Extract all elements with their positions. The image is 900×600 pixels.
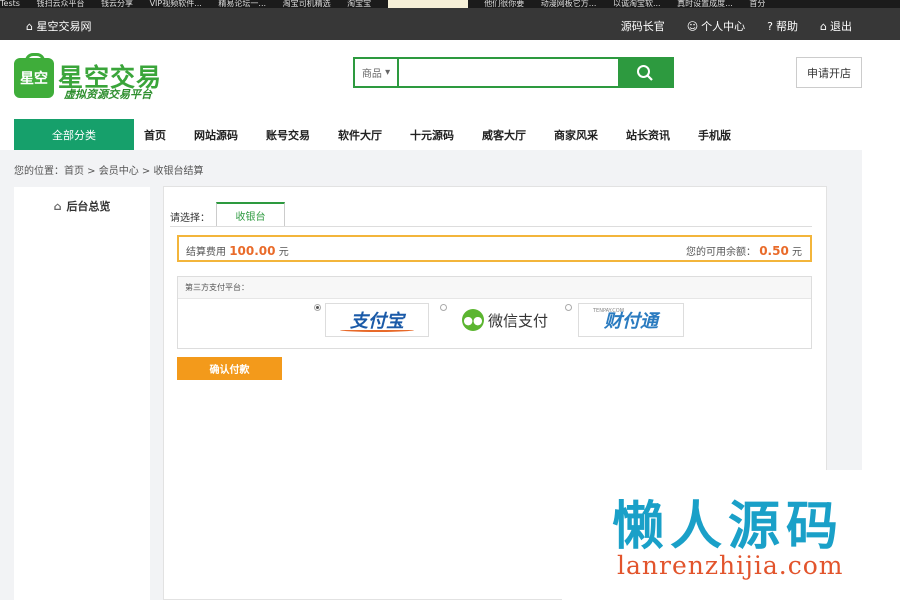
alipay-radio[interactable]	[314, 304, 321, 311]
bookmarks-bar: Tests 钱扫云众平台 钱云分享 VIP视频软件... 精易论坛一... 淘宝…	[0, 0, 900, 8]
wechat-icon: ●●	[461, 309, 484, 331]
logo-icon[interactable]: 星空	[14, 53, 54, 98]
sidebar-item-dashboard[interactable]: ⌂ 后台总览	[14, 195, 150, 217]
payment-platforms: 第三方支付平台： 支付宝 ●● 微信支付 TENPAY.COM 财付通	[177, 276, 812, 349]
settlement-fee: 结算费用 100.00 元	[186, 244, 289, 258]
nav-item[interactable]: 站长资讯	[626, 127, 670, 143]
help-icon: ?	[767, 19, 774, 33]
bookmark[interactable]: 以诚淘宝软...	[613, 0, 661, 8]
nav-items: 首页 网站源码 账号交易 软件大厅 十元源码 威客大厅 商家风采 站长资讯 手机…	[144, 119, 759, 150]
alipay-option[interactable]: 支付宝	[325, 303, 429, 337]
bookmark-image[interactable]	[387, 0, 468, 8]
alipay-swoosh	[340, 328, 414, 332]
payment-section-title: 第三方支付平台：	[178, 277, 811, 299]
top-bar: ⌂ 星空交易网 源码长官 ☺ 个人中心 ? 帮助 ⌂ 退出	[0, 8, 900, 40]
bookmark[interactable]: 动漫网板它方...	[541, 0, 597, 8]
nav-item[interactable]: 网站源码	[194, 127, 238, 143]
top-links: 源码长官 ☺ 个人中心 ? 帮助 ⌂ 退出	[621, 18, 852, 34]
bookmark[interactable]: VIP视频软件...	[150, 0, 202, 8]
confirm-payment-button[interactable]: 确认付款	[177, 357, 282, 380]
wechat-pay-label: 微信支付	[487, 311, 548, 330]
bookmark[interactable]: 他们很你要	[484, 0, 524, 8]
bookmark[interactable]: Tests	[0, 0, 20, 8]
nav-item[interactable]: 威客大厅	[482, 127, 526, 143]
sidebar: ⌂ 后台总览	[14, 187, 150, 600]
bookmark[interactable]: 淘宝宝	[347, 0, 371, 8]
top-link-help[interactable]: ? 帮助	[767, 18, 798, 34]
amount-summary: 结算费用 100.00 元 您的可用余额： 0.50 元	[177, 235, 812, 262]
chevron-down-icon: ▾	[381, 67, 391, 78]
site-home-link[interactable]: ⌂ 星空交易网	[26, 18, 91, 34]
available-balance: 您的可用余额： 0.50 元	[686, 244, 802, 258]
search-bar: 商品 ▾	[353, 57, 674, 88]
user-icon: ☺	[686, 19, 699, 33]
bookmark[interactable]: 钱扫云众平台	[36, 0, 84, 8]
main-nav: 全部分类 首页 网站源码 账号交易 软件大厅 十元源码 威客大厅 商家风采 站长…	[14, 119, 862, 150]
tenpay-radio[interactable]	[565, 304, 572, 311]
top-link-user-center[interactable]: ☺ 个人中心	[687, 18, 745, 34]
site-name: 星空交易网	[36, 20, 92, 33]
search-button[interactable]	[618, 59, 672, 86]
home-icon: ⌂	[53, 199, 62, 213]
bookmark[interactable]: 淘宝司机精选	[283, 0, 331, 8]
logout-icon: ⌂	[820, 19, 827, 33]
tenpay-option[interactable]: TENPAY.COM 财付通	[578, 303, 684, 337]
search-category-select[interactable]: 商品 ▾	[355, 59, 399, 86]
tab-divider	[170, 226, 812, 227]
nav-item[interactable]: 商家风采	[554, 127, 598, 143]
watermark-url: lanrenzhijia.com	[617, 551, 844, 580]
nav-item[interactable]: 软件大厅	[338, 127, 382, 143]
wechat-pay-option[interactable]: ●● 微信支付	[453, 303, 557, 337]
nav-item[interactable]: 账号交易	[266, 127, 310, 143]
all-categories-button[interactable]: 全部分类	[14, 119, 134, 150]
top-link-logout[interactable]: ⌂ 退出	[820, 18, 852, 34]
apply-store-button[interactable]: 申请开店	[796, 57, 862, 88]
bookmark[interactable]: 精易论坛一...	[218, 0, 266, 8]
wechat-radio[interactable]	[440, 304, 447, 311]
breadcrumb: 您的位置：首页 > 会员中心 > 收银台结算	[14, 166, 204, 177]
nav-item[interactable]: 十元源码	[410, 127, 454, 143]
balance-value: 0.50	[759, 244, 789, 258]
tab-cashier[interactable]: 收银台	[216, 202, 285, 227]
bookmark[interactable]: 真时设置成度...	[677, 0, 733, 8]
top-link-source-officer[interactable]: 源码长官	[621, 18, 665, 34]
select-label: 请选择：	[170, 213, 210, 224]
bookmark[interactable]: 首分	[749, 0, 765, 8]
nav-item[interactable]: 手机版	[698, 127, 731, 143]
search-input[interactable]	[399, 59, 618, 86]
brand-slogan: 虚拟资源交易平台	[64, 88, 152, 101]
tenpay-domain: TENPAY.COM	[593, 308, 625, 314]
search-icon	[637, 64, 653, 81]
watermark-title: 懒人源码	[612, 497, 845, 557]
home-icon: ⌂	[26, 20, 33, 33]
nav-item[interactable]: 首页	[144, 127, 166, 143]
sidebar-item-label: 后台总览	[66, 200, 111, 213]
bookmark[interactable]: 钱云分享	[101, 0, 133, 8]
fee-value: 100.00	[229, 244, 276, 258]
